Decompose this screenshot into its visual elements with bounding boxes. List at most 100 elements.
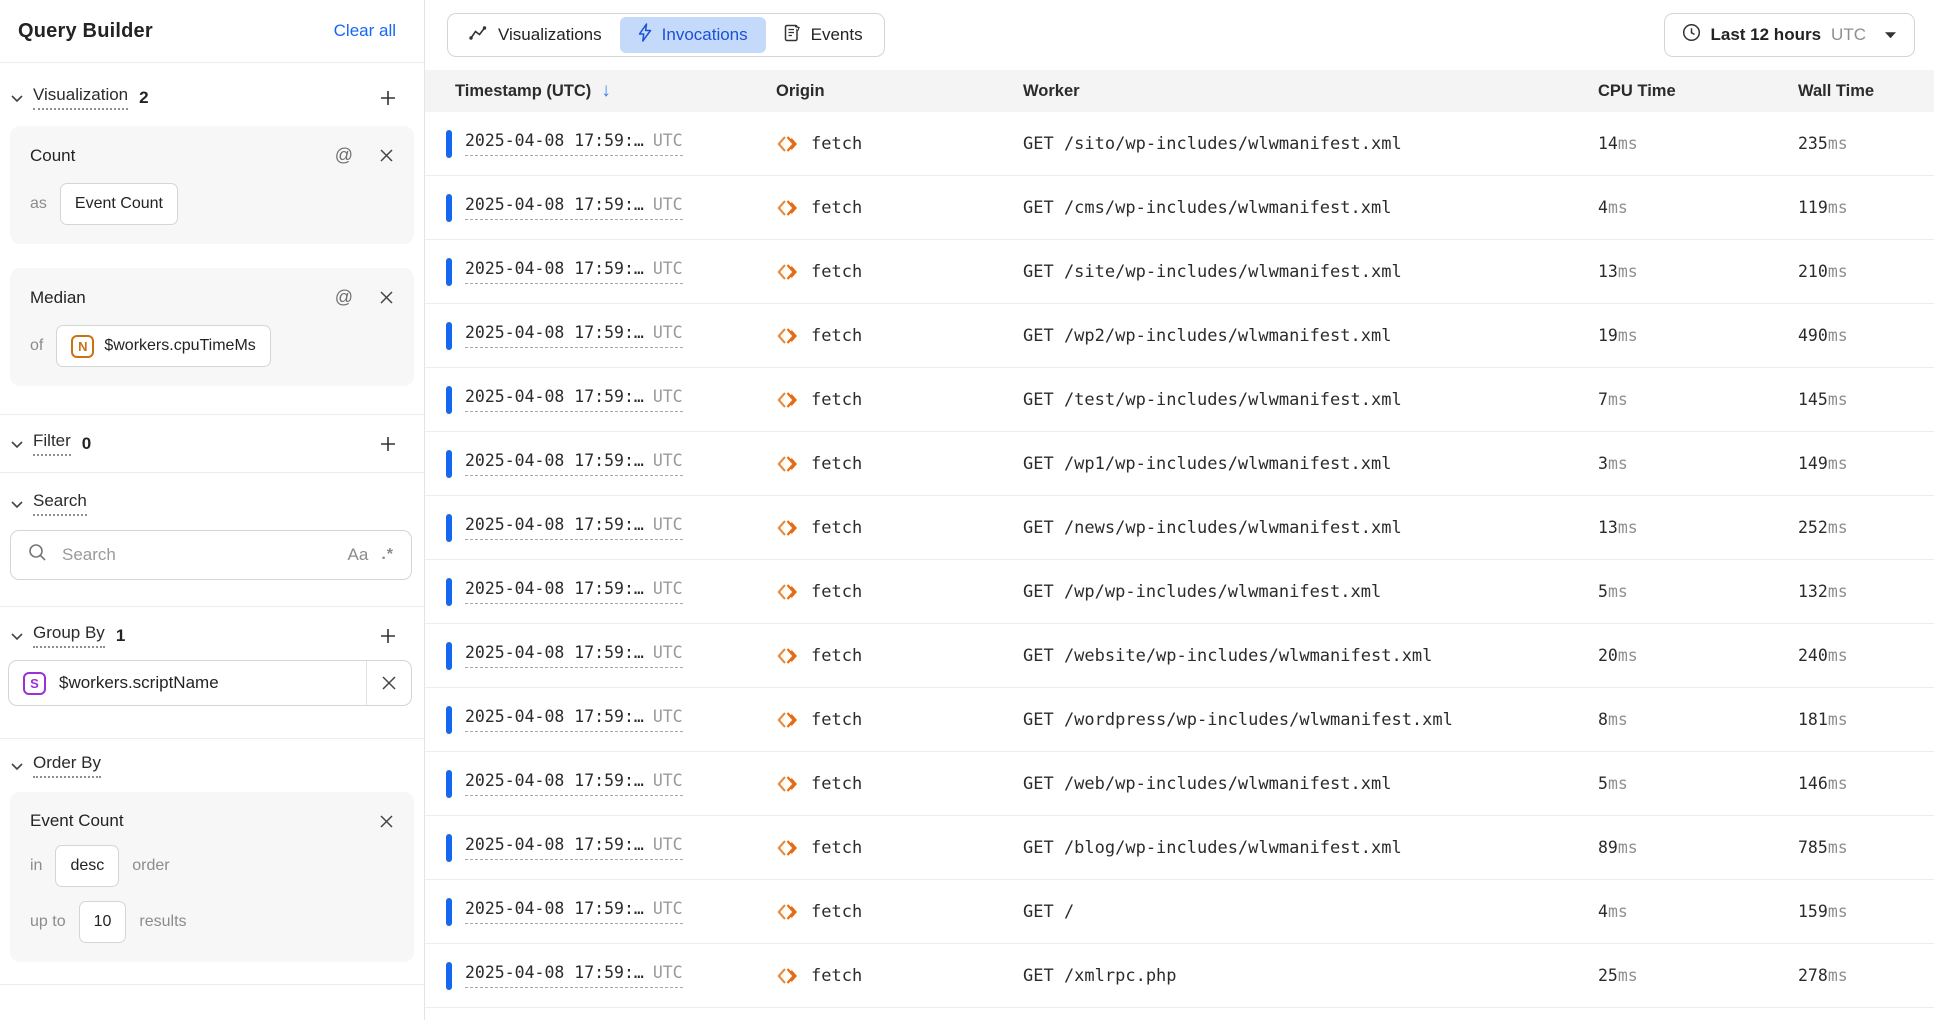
remove-order-by-button[interactable] (379, 814, 394, 829)
wall-time-cell: 210ms (1798, 262, 1934, 282)
tab-events[interactable]: Events (766, 17, 881, 53)
sort-direction-button[interactable]: desc (55, 845, 119, 887)
cpu-time-field-value: $workers.cpuTimeMs (104, 337, 255, 355)
event-count-value: Event Count (75, 195, 163, 213)
group-by-label[interactable]: Group By (33, 623, 105, 648)
cpu-time-cell: 7ms (1598, 390, 1798, 410)
fetch-origin-icon (776, 197, 800, 219)
timezone-suffix: UTC (653, 323, 683, 342)
order-by-label[interactable]: Order By (33, 753, 101, 778)
remove-count-button[interactable] (379, 148, 394, 163)
table-row[interactable]: 2025-04-08 17:59:…UTC fetch GET /wordpre… (425, 688, 1934, 752)
query-builder-sidebar: Query Builder Clear all Visualization 2 … (0, 0, 425, 1020)
filter-label[interactable]: Filter (33, 431, 71, 456)
fetch-origin-icon (776, 645, 800, 667)
row-marker (446, 322, 452, 350)
timestamp-value: 2025-04-08 17:59:…UTC (465, 963, 683, 988)
column-cpu-time[interactable]: CPU Time (1598, 82, 1798, 101)
table-row[interactable]: 2025-04-08 17:59:…UTC fetch GET /cms/wp-… (425, 176, 1934, 240)
regex-toggle[interactable]: .* (381, 546, 394, 564)
timezone-suffix: UTC (653, 771, 683, 790)
match-case-toggle[interactable]: Aa (348, 545, 369, 565)
mention-icon[interactable]: @ (335, 287, 353, 308)
order-label: order (132, 857, 169, 875)
chevron-down-icon[interactable] (10, 499, 24, 509)
visualization-label[interactable]: Visualization (33, 85, 128, 110)
row-marker (446, 642, 452, 670)
add-group-by-button[interactable] (378, 626, 398, 646)
wall-time-cell: 235ms (1798, 134, 1934, 154)
worker-request: GET /cms/wp-includes/wlwmanifest.xml (1023, 198, 1598, 218)
table-row[interactable]: 2025-04-08 17:59:…UTC fetch GET /web/wp-… (425, 752, 1934, 816)
table-row[interactable]: 2025-04-08 17:59:…UTC fetch GET /website… (425, 624, 1934, 688)
column-wall-time[interactable]: Wall Time (1798, 82, 1934, 101)
timezone-suffix: UTC (653, 899, 683, 918)
chevron-down-icon[interactable] (10, 631, 24, 641)
time-range-selector[interactable]: Last 12 hours UTC (1664, 13, 1916, 57)
cpu-time-cell: 5ms (1598, 774, 1798, 794)
table-row[interactable]: 2025-04-08 17:59:…UTC fetch GET /blog/wp… (425, 816, 1934, 880)
search-input[interactable] (60, 544, 335, 566)
timezone-suffix: UTC (653, 259, 683, 278)
visualization-card-count: Count @ as Event Count (10, 126, 414, 244)
origin-value: fetch (811, 262, 862, 282)
fetch-origin-icon (776, 709, 800, 731)
table-row[interactable]: 2025-04-08 17:59:…UTC fetch GET /site/wp… (425, 240, 1934, 304)
toolbar: Visualizations Invocations Events Last 1… (425, 0, 1934, 70)
wall-time-cell: 181ms (1798, 710, 1934, 730)
table-row[interactable]: 2025-04-08 17:59:…UTC fetch GET /news/wp… (425, 496, 1934, 560)
remove-group-by-button[interactable] (367, 661, 411, 705)
row-marker (446, 514, 452, 542)
table-row[interactable]: 2025-04-08 17:59:…UTC fetch GET /wp/wp-i… (425, 560, 1934, 624)
document-icon (784, 24, 801, 47)
search-icon (28, 543, 47, 567)
clear-all-link[interactable]: Clear all (334, 21, 396, 41)
string-field-icon: S (23, 672, 46, 695)
column-origin[interactable]: Origin (776, 82, 1023, 101)
table-body: 2025-04-08 17:59:…UTC fetch GET /sito/wp… (425, 112, 1934, 1008)
sort-descending-icon[interactable]: ↓ (601, 80, 611, 102)
result-limit-input[interactable]: 10 (79, 901, 127, 943)
group-by-item[interactable]: S $workers.scriptName (8, 660, 412, 706)
table-row[interactable]: 2025-04-08 17:59:…UTC fetch GET /xmlrpc.… (425, 944, 1934, 1008)
cpu-time-cell: 4ms (1598, 198, 1798, 218)
add-visualization-button[interactable] (378, 88, 398, 108)
row-marker (446, 194, 452, 222)
fetch-origin-icon (776, 773, 800, 795)
visualization-card-median: Median @ of N $workers.cpuTimeMs (10, 268, 414, 386)
worker-request: GET /website/wp-includes/wlwmanifest.xml (1023, 646, 1598, 666)
timestamp-value: 2025-04-08 17:59:…UTC (465, 131, 683, 156)
card-title: Count (30, 146, 75, 166)
filter-count: 0 (82, 434, 91, 454)
origin-value: fetch (811, 198, 862, 218)
in-label: in (30, 857, 42, 875)
wall-time-cell: 240ms (1798, 646, 1934, 666)
cpu-time-field-button[interactable]: N $workers.cpuTimeMs (56, 325, 270, 367)
chevron-down-icon[interactable] (10, 761, 24, 771)
event-count-button[interactable]: Event Count (60, 183, 178, 225)
worker-request: GET /web/wp-includes/wlwmanifest.xml (1023, 774, 1598, 794)
remove-median-button[interactable] (379, 290, 394, 305)
mention-icon[interactable]: @ (335, 145, 353, 166)
table-row[interactable]: 2025-04-08 17:59:…UTC fetch GET /wp1/wp-… (425, 432, 1934, 496)
search-label[interactable]: Search (33, 491, 87, 516)
add-filter-button[interactable] (378, 434, 398, 454)
wall-time-cell: 132ms (1798, 582, 1934, 602)
column-worker[interactable]: Worker (1023, 82, 1598, 101)
origin-value: fetch (811, 134, 862, 154)
tab-visualizations[interactable]: Visualizations (451, 17, 620, 53)
table-row[interactable]: 2025-04-08 17:59:…UTC fetch GET / 4ms 15… (425, 880, 1934, 944)
tab-invocations[interactable]: Invocations (620, 17, 766, 53)
column-timestamp[interactable]: Timestamp (UTC) (455, 82, 591, 101)
timezone-suffix: UTC (653, 195, 683, 214)
chevron-down-icon[interactable] (10, 93, 24, 103)
tab-label: Visualizations (498, 25, 602, 45)
divider (0, 606, 424, 607)
table-row[interactable]: 2025-04-08 17:59:…UTC fetch GET /sito/wp… (425, 112, 1934, 176)
worker-request: GET /wp2/wp-includes/wlwmanifest.xml (1023, 326, 1598, 346)
table-row[interactable]: 2025-04-08 17:59:…UTC fetch GET /wp2/wp-… (425, 304, 1934, 368)
row-marker (446, 770, 452, 798)
table-row[interactable]: 2025-04-08 17:59:…UTC fetch GET /test/wp… (425, 368, 1934, 432)
chevron-down-icon[interactable] (10, 439, 24, 449)
cpu-time-cell: 3ms (1598, 454, 1798, 474)
